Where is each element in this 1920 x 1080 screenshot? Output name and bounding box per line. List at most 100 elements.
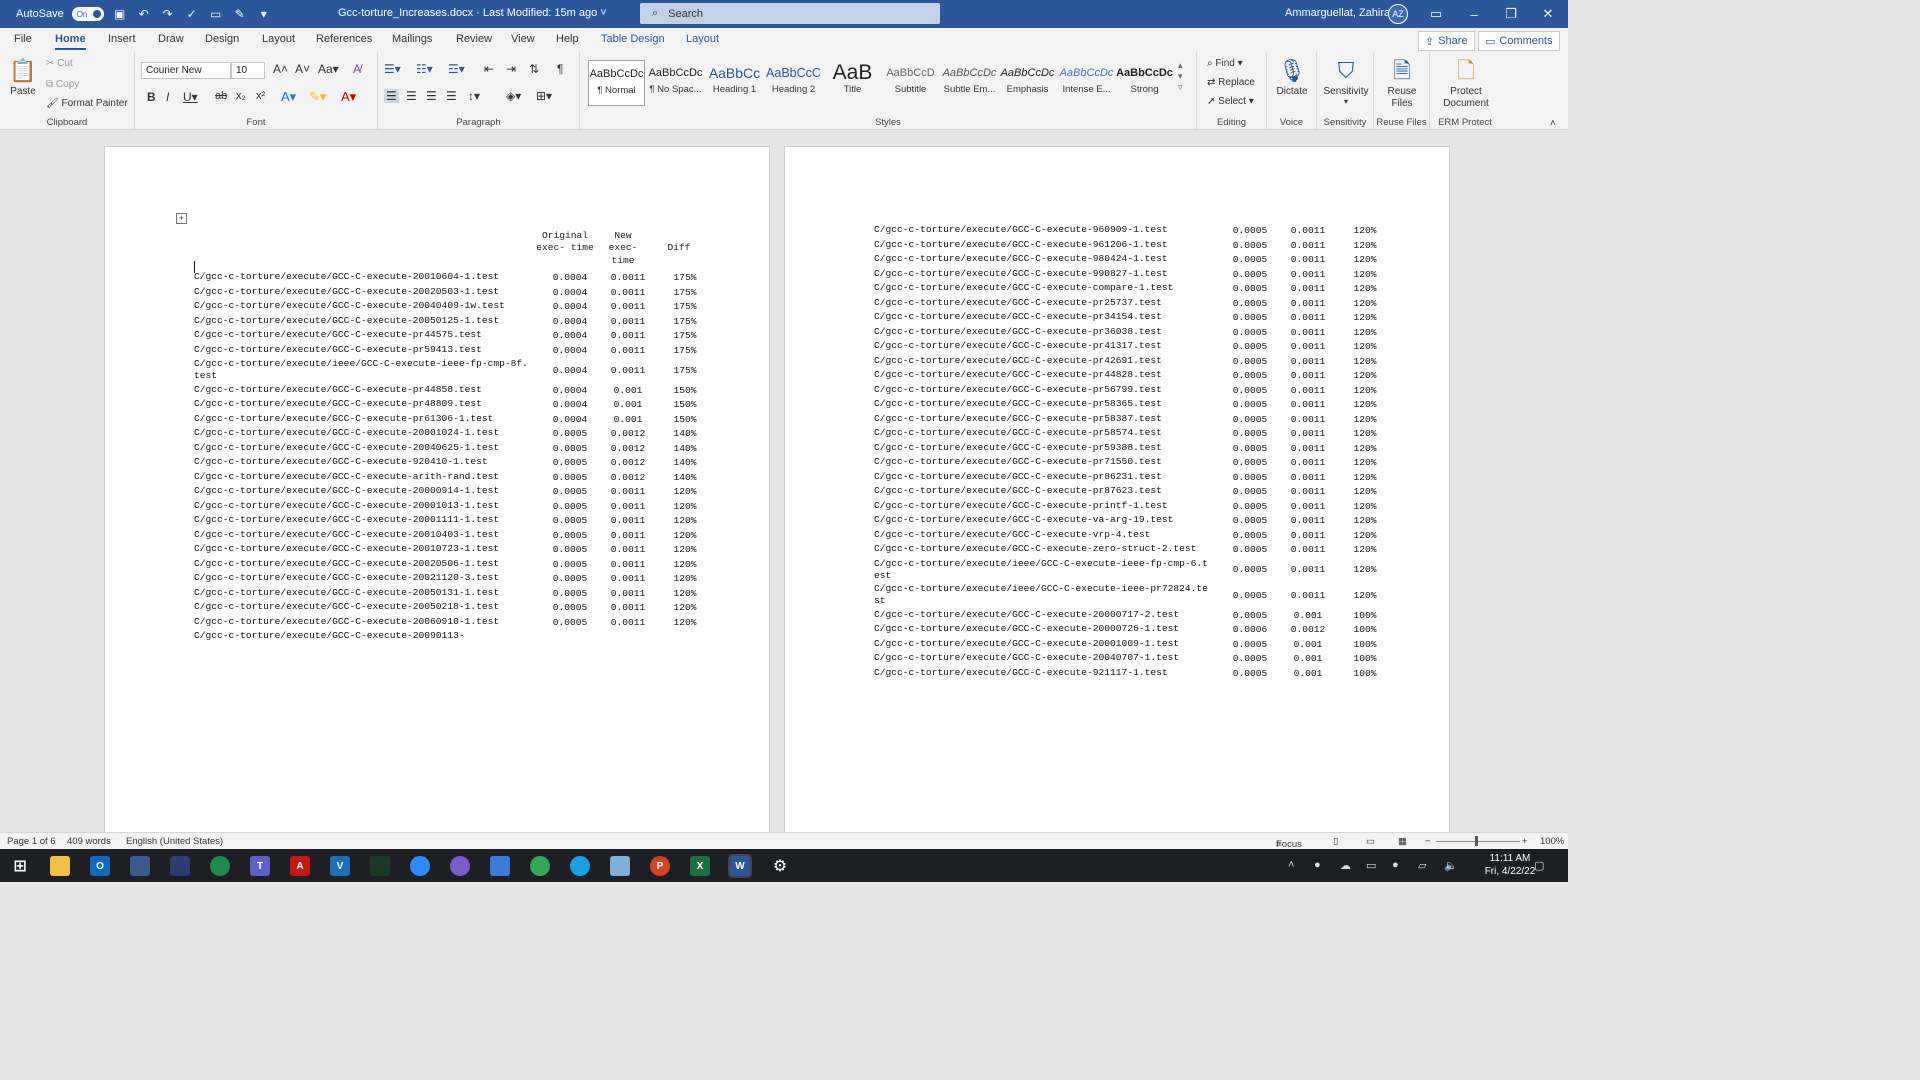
vs-code-icon[interactable]: V xyxy=(330,856,350,876)
avatar[interactable]: AZ xyxy=(1388,4,1408,24)
table-move-handle-icon[interactable]: + xyxy=(176,213,187,224)
bold-icon[interactable]: B xyxy=(147,90,156,104)
language[interactable]: English (United States) xyxy=(126,836,223,847)
copy-button[interactable]: ⧉ Copy xyxy=(46,79,79,90)
zoom-slider-thumb[interactable] xyxy=(1475,836,1478,846)
line-spacing-icon[interactable]: ↕▾ xyxy=(468,89,480,103)
select-button[interactable]: ➚ Select ▾ xyxy=(1207,96,1254,107)
zoom-slider[interactable] xyxy=(1436,841,1520,842)
style-intense-emphasis[interactable]: AaBbCcDc Intense E... xyxy=(1058,60,1115,106)
align-left-icon[interactable]: ☰ xyxy=(384,89,399,103)
replace-button[interactable]: ⇄ Replace xyxy=(1207,77,1255,88)
undo-icon[interactable]: ↶ xyxy=(136,6,152,22)
edge-icon[interactable] xyxy=(570,856,590,876)
style-emphasis[interactable]: AaBbCcDc Emphasis xyxy=(999,60,1056,106)
ribbon-display-icon[interactable]: ▭ xyxy=(1426,4,1446,24)
font-color-icon[interactable]: A▾ xyxy=(341,89,356,105)
windows-start-icon[interactable]: ⊞ xyxy=(10,856,30,876)
clear-format-icon[interactable]: A̸ xyxy=(353,62,361,76)
app-icon-9[interactable] xyxy=(370,856,390,876)
change-case-icon[interactable]: Aa▾ xyxy=(318,62,339,76)
word-icon[interactable]: W xyxy=(728,854,752,878)
decrease-indent-icon[interactable]: ⇤ xyxy=(484,62,494,76)
zoom-app-icon[interactable] xyxy=(410,856,430,876)
battery-icon[interactable]: ▭ xyxy=(1366,859,1376,872)
subscript-icon[interactable]: x₂ xyxy=(236,90,246,102)
save-icon[interactable]: ▣ xyxy=(112,6,128,22)
tab-view[interactable]: View xyxy=(511,33,535,45)
style-normal[interactable]: AaBbCcDc ¶ Normal xyxy=(588,60,645,106)
network-icon[interactable]: ▱ xyxy=(1418,859,1426,872)
restore-icon[interactable]: ❐ xyxy=(1501,4,1521,24)
user-name[interactable]: Ammarguellat, Zahira xyxy=(1285,7,1390,19)
increase-indent-icon[interactable]: ⇥ xyxy=(506,62,516,76)
open-icon[interactable]: ▭ xyxy=(208,6,224,22)
tab-layout[interactable]: Layout xyxy=(262,33,295,45)
tab-design[interactable]: Design xyxy=(205,33,239,45)
align-center-icon[interactable]: ☰ xyxy=(406,89,417,103)
text-effects-icon[interactable]: A▾ xyxy=(281,89,296,105)
style-heading-1[interactable]: AaBbCc Heading 1 xyxy=(706,60,763,106)
format-painter-button[interactable]: 🖌 Format Painter xyxy=(46,98,128,109)
customize-qat-icon[interactable]: ▾ xyxy=(256,6,272,22)
tray-chevron-icon[interactable]: ˄ xyxy=(1288,859,1294,871)
style-subtitle[interactable]: AaBbCcD Subtitle xyxy=(882,60,939,106)
spelling-icon[interactable]: ✓ xyxy=(184,6,200,22)
styles-scroll-icon[interactable]: ▴ ▾ ▿ xyxy=(1178,60,1183,93)
shading-icon[interactable]: ◈▾ xyxy=(506,89,521,103)
edit-icon[interactable]: ✎ xyxy=(232,6,248,22)
zoom-in-icon[interactable]: + xyxy=(1522,836,1528,847)
onedrive-icon[interactable]: ☁ xyxy=(1340,859,1351,872)
sensitivity-button[interactable]: ⛉ Sensitivity ▾ xyxy=(1319,56,1373,106)
justify-icon[interactable]: ☰ xyxy=(446,89,457,103)
find-button[interactable]: ⌕ Find ▾ xyxy=(1207,58,1243,69)
page-count[interactable]: Page 1 of 6 xyxy=(7,836,56,847)
tab-table-design[interactable]: Table Design xyxy=(601,33,665,45)
word-count[interactable]: 409 words xyxy=(67,836,111,847)
paste-button[interactable]: 📋 Paste xyxy=(6,56,40,97)
style-heading-2[interactable]: AaBbCcC Heading 2 xyxy=(765,60,822,106)
zoom-out-icon[interactable]: − xyxy=(1425,836,1431,847)
italic-icon[interactable]: I xyxy=(166,90,169,104)
align-right-icon[interactable]: ☰ xyxy=(426,89,437,103)
show-formatting-icon[interactable]: ¶ xyxy=(557,62,563,76)
tab-insert[interactable]: Insert xyxy=(108,33,136,45)
style-title[interactable]: AaB Title xyxy=(824,60,881,106)
acrobat-icon[interactable]: A xyxy=(290,856,310,876)
grow-font-icon[interactable]: A˄ xyxy=(273,62,288,76)
close-icon[interactable]: ✕ xyxy=(1538,4,1558,24)
minimize-icon[interactable]: – xyxy=(1464,4,1484,24)
tab-mailings[interactable]: Mailings xyxy=(392,33,432,45)
tab-file[interactable]: File xyxy=(14,33,32,45)
share-button[interactable]: ⇪ Share xyxy=(1418,31,1475,51)
numbering-icon[interactable]: ☷▾ xyxy=(416,62,433,76)
font-size-select[interactable]: 10 xyxy=(231,62,265,79)
read-mode-icon[interactable]: ▯ xyxy=(1333,836,1338,847)
volume-icon[interactable]: 🔈 xyxy=(1444,859,1458,872)
style-strong[interactable]: AaBbCcDc Strong xyxy=(1116,60,1173,106)
document-title[interactable]: Gcc-torture_Increases.docx · Last Modifi… xyxy=(338,7,607,19)
app-icon-4[interactable] xyxy=(170,856,190,876)
style-subtle-emphasis[interactable]: AaBbCcDc Subtle Em... xyxy=(941,60,998,106)
app-icon-12[interactable] xyxy=(490,856,510,876)
tab-review[interactable]: Review xyxy=(456,33,492,45)
app-icon-3[interactable] xyxy=(130,856,150,876)
font-name-select[interactable]: Courier New xyxy=(141,62,231,79)
print-layout-icon[interactable]: ▭ xyxy=(1366,836,1375,847)
file-explorer-icon[interactable] xyxy=(50,856,70,876)
search-box[interactable]: ⌕ Search xyxy=(640,3,940,24)
app-icon-15[interactable] xyxy=(610,856,630,876)
tray-app-icon-2[interactable]: ● xyxy=(1392,859,1399,871)
powerpoint-icon[interactable]: P xyxy=(650,856,670,876)
excel-icon[interactable]: X xyxy=(690,856,710,876)
tab-table-layout[interactable]: Layout xyxy=(686,33,719,45)
notifications-icon[interactable]: ▢ xyxy=(1534,859,1544,872)
multilevel-list-icon[interactable]: ☲▾ xyxy=(448,62,465,76)
teams-icon[interactable]: T xyxy=(250,856,270,876)
style-no-spacing[interactable]: AaBbCcDc ¶ No Spac... xyxy=(647,60,704,106)
web-layout-icon[interactable]: ▦ xyxy=(1398,836,1407,847)
dictate-button[interactable]: 🎙 Dictate xyxy=(1271,56,1313,97)
tab-help[interactable]: Help xyxy=(556,33,579,45)
tray-app-icon-1[interactable]: ● xyxy=(1314,859,1321,871)
strikethrough-icon[interactable]: ab xyxy=(215,90,227,102)
